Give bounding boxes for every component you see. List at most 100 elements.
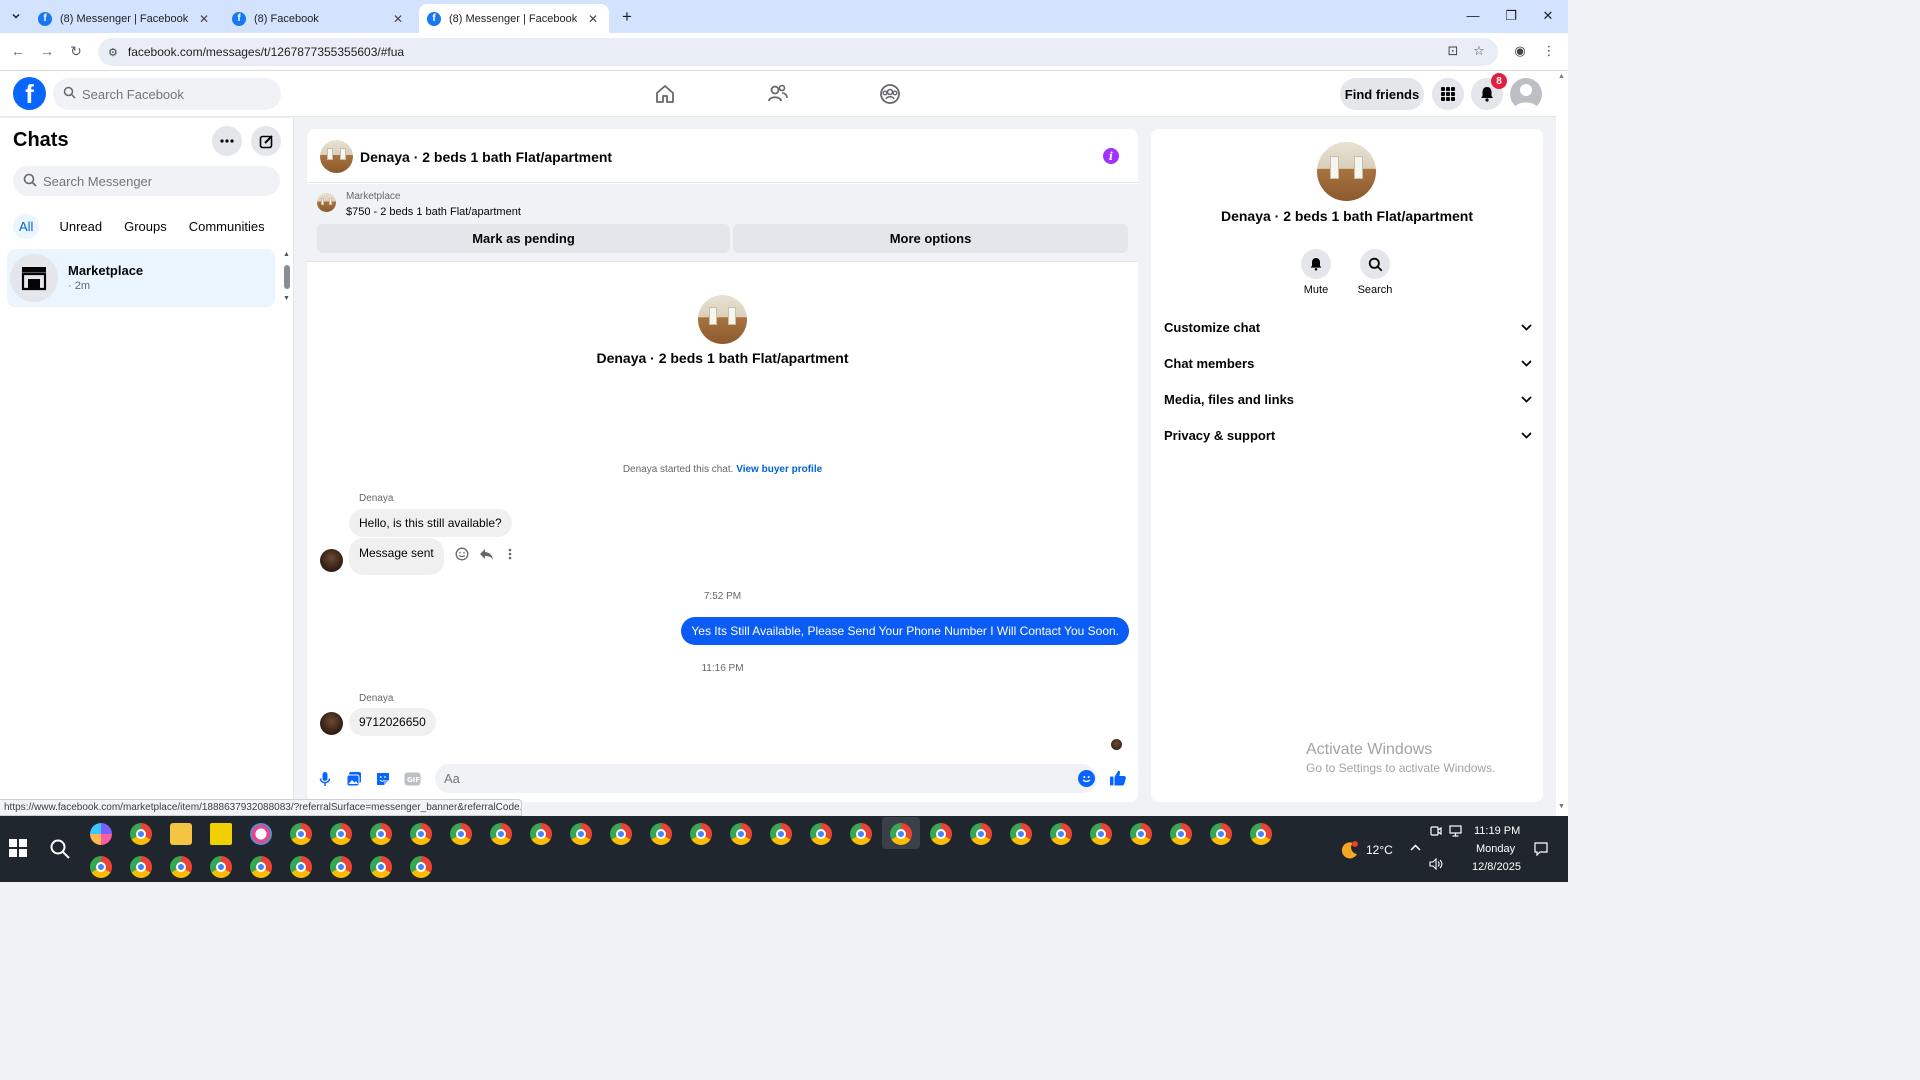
facebook-search-input[interactable] — [82, 86, 262, 102]
browser-tab-3-active[interactable]: f (8) Messenger | Facebook ✕ — [419, 4, 609, 33]
clock-day[interactable]: Monday — [1476, 843, 1515, 855]
chrome-profile-app-icon[interactable] — [890, 823, 912, 845]
search-icon[interactable] — [1360, 249, 1390, 279]
clock-time[interactable]: 11:19 PM — [1474, 825, 1520, 837]
incoming-message[interactable]: Hello, is this still available? — [349, 509, 512, 537]
chrome-profile-app-icon[interactable] — [1010, 823, 1032, 845]
facebook-search[interactable] — [53, 78, 281, 110]
incoming-message[interactable]: Message sent — [349, 538, 444, 575]
new-tab-icon[interactable]: + — [618, 7, 636, 27]
scroll-down-icon[interactable]: ▼ — [1558, 803, 1565, 810]
notification-center-icon[interactable] — [1534, 842, 1548, 859]
tab-search-chevron-icon[interactable] — [6, 6, 26, 26]
home-icon[interactable] — [654, 83, 676, 105]
windows-start-icon[interactable] — [9, 839, 27, 857]
reload-icon[interactable]: ↻ — [67, 43, 85, 60]
details-listing-avatar[interactable] — [1317, 142, 1376, 201]
chrome-profile-app-icon[interactable] — [1210, 823, 1232, 845]
chrome-profile-app-icon[interactable] — [690, 823, 712, 845]
bookmark-star-icon[interactable]: ☆ — [1470, 43, 1488, 59]
chrome-profile-app-icon[interactable] — [210, 856, 232, 878]
clock-date[interactable]: 12/8/2025 — [1472, 861, 1521, 873]
sticky-notes-icon[interactable] — [210, 823, 232, 845]
chrome-profile-app-icon[interactable] — [1170, 823, 1192, 845]
chat-options-icon[interactable] — [212, 126, 242, 156]
browser-menu-icon[interactable]: ⋮ — [1540, 43, 1558, 59]
scroll-up-icon[interactable]: ▲ — [283, 251, 290, 258]
info-icon[interactable]: i — [1103, 148, 1119, 164]
chat-list-item-marketplace[interactable]: Marketplace · 2m — [7, 249, 275, 307]
account-avatar[interactable] — [1510, 78, 1542, 110]
like-thumbs-up-icon[interactable] — [1109, 769, 1127, 787]
taskbar-search-icon[interactable] — [49, 838, 71, 860]
close-tab-icon[interactable]: ✕ — [585, 12, 601, 26]
chrome-profile-app-icon[interactable] — [1090, 823, 1112, 845]
sender-avatar[interactable] — [320, 549, 343, 572]
chrome-profile-app-icon[interactable] — [490, 823, 512, 845]
forward-icon[interactable]: → — [38, 43, 56, 59]
back-icon[interactable]: ← — [9, 43, 27, 59]
chrome-app-icon[interactable] — [130, 823, 152, 845]
chrome-profile-app-icon[interactable] — [1250, 823, 1272, 845]
facebook-logo-icon[interactable]: f — [13, 77, 46, 110]
site-info-icon[interactable]: ⚙ — [108, 46, 118, 59]
chrome-profile-app-icon[interactable] — [450, 823, 472, 845]
chrome-profile-app-icon[interactable] — [370, 856, 392, 878]
paint-app-icon[interactable] — [250, 823, 272, 845]
volume-icon[interactable] — [1429, 857, 1443, 873]
mute-button[interactable]: Mute — [1286, 249, 1346, 296]
filter-unread[interactable]: Unread — [53, 214, 108, 239]
chrome-profile-app-icon[interactable] — [850, 823, 872, 845]
weather-temperature[interactable]: 12°C — [1366, 843, 1393, 857]
close-window-icon[interactable]: ✕ — [1538, 8, 1558, 24]
chrome-profile-app-icon[interactable] — [130, 856, 152, 878]
groups-icon[interactable] — [879, 83, 901, 105]
react-emoji-icon[interactable] — [454, 546, 470, 562]
meet-now-icon[interactable] — [1430, 825, 1442, 840]
chrome-profile-app-icon[interactable] — [810, 823, 832, 845]
browser-tab-1[interactable]: f (8) Messenger | Facebook ✕ — [30, 4, 220, 33]
chrome-profile-app-icon[interactable] — [290, 856, 312, 878]
more-options-button[interactable]: More options — [733, 224, 1128, 253]
filter-groups[interactable]: Groups — [118, 214, 173, 239]
messenger-search-input[interactable] — [43, 173, 263, 189]
copilot-app-icon[interactable] — [90, 823, 112, 845]
filter-communities[interactable]: Communities — [183, 214, 271, 239]
minimize-icon[interactable]: — — [1463, 8, 1483, 23]
omnibox[interactable]: ⚙ facebook.com/messages/t/12678773553556… — [98, 38, 1498, 66]
chrome-profile-app-icon[interactable] — [410, 823, 432, 845]
chrome-profile-app-icon[interactable] — [930, 823, 952, 845]
menu-grid-icon[interactable] — [1432, 78, 1464, 110]
filter-all[interactable]: All — [13, 214, 40, 239]
chrome-profile-app-icon[interactable] — [330, 823, 352, 845]
attach-photo-icon[interactable] — [345, 770, 363, 788]
chrome-profile-app-icon[interactable] — [90, 856, 112, 878]
chrome-profile-app-icon[interactable] — [610, 823, 632, 845]
section-media-files-links[interactable]: Media, files and links — [1164, 387, 1532, 411]
more-actions-icon[interactable] — [502, 546, 518, 562]
chrome-profile-app-icon[interactable] — [330, 856, 352, 878]
messenger-search[interactable] — [13, 166, 280, 196]
chrome-profile-app-icon[interactable] — [970, 823, 992, 845]
mark-as-pending-button[interactable]: Mark as pending — [317, 224, 730, 253]
listing-price-title[interactable]: $750 - 2 beds 1 bath Flat/apartment — [346, 206, 521, 218]
close-tab-icon[interactable]: ✕ — [390, 12, 406, 26]
message-input[interactable] — [435, 764, 1097, 793]
section-privacy-support[interactable]: Privacy & support — [1164, 423, 1532, 447]
chrome-profile-app-icon[interactable] — [370, 823, 392, 845]
tray-chevron-up-icon[interactable] — [1410, 842, 1421, 854]
chrome-profile-app-icon[interactable] — [170, 856, 192, 878]
section-customize-chat[interactable]: Customize chat — [1164, 315, 1532, 339]
emoji-icon[interactable] — [1078, 770, 1095, 787]
chrome-profile-app-icon[interactable] — [250, 856, 272, 878]
new-message-icon[interactable] — [251, 126, 281, 156]
reply-icon[interactable] — [478, 546, 494, 562]
section-chat-members[interactable]: Chat members — [1164, 351, 1532, 375]
chrome-profile-app-icon[interactable] — [1130, 823, 1152, 845]
file-explorer-icon[interactable] — [170, 823, 192, 845]
chrome-profile-app-icon[interactable] — [290, 823, 312, 845]
chrome-profile-app-icon[interactable] — [770, 823, 792, 845]
chrome-profile-app-icon[interactable] — [410, 856, 432, 878]
sticker-icon[interactable] — [374, 770, 392, 788]
network-icon[interactable] — [1449, 825, 1462, 840]
